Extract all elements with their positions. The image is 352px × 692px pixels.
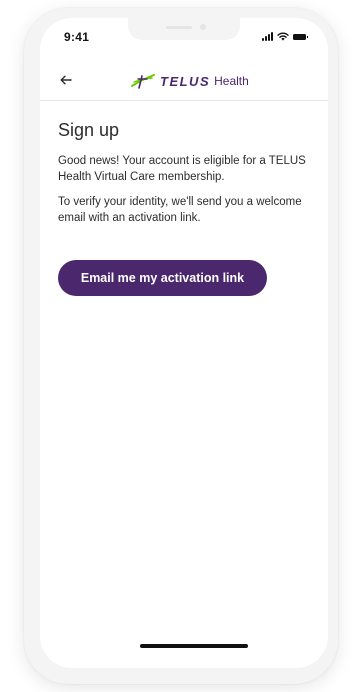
cellular-signal-icon — [262, 32, 273, 41]
phone-screen: 9:41 TELUS Health Sign up Good news! You… — [40, 18, 328, 668]
telus-health-logo: TELUS Health — [130, 72, 249, 90]
notch — [128, 18, 240, 40]
eligibility-message: Good news! Your account is eligible for … — [58, 155, 306, 183]
back-arrow-icon[interactable] — [58, 72, 74, 88]
canvas: 9:41 TELUS Health Sign up Good news! You… — [0, 0, 352, 692]
battery-icon — [293, 34, 308, 40]
status-time: 9:41 — [64, 30, 90, 44]
logo-product-text: Health — [214, 74, 249, 88]
email-activation-link-button[interactable]: Email me my activation link — [58, 260, 267, 296]
home-indicator — [140, 644, 248, 648]
page-title: Sign up — [58, 120, 120, 140]
main-content: Sign up Good news! Your account is eligi… — [58, 120, 310, 235]
status-icons — [262, 31, 308, 41]
telus-globe-icon — [131, 74, 155, 89]
verification-message: To verify your identity, we'll send you … — [58, 196, 302, 224]
speaker-grille — [166, 26, 192, 29]
logo-brand-text: TELUS — [160, 73, 211, 89]
wifi-icon — [277, 32, 289, 41]
status-bar: 9:41 — [40, 18, 328, 58]
app-header: TELUS Health — [40, 62, 328, 101]
camera-dot — [200, 24, 206, 30]
